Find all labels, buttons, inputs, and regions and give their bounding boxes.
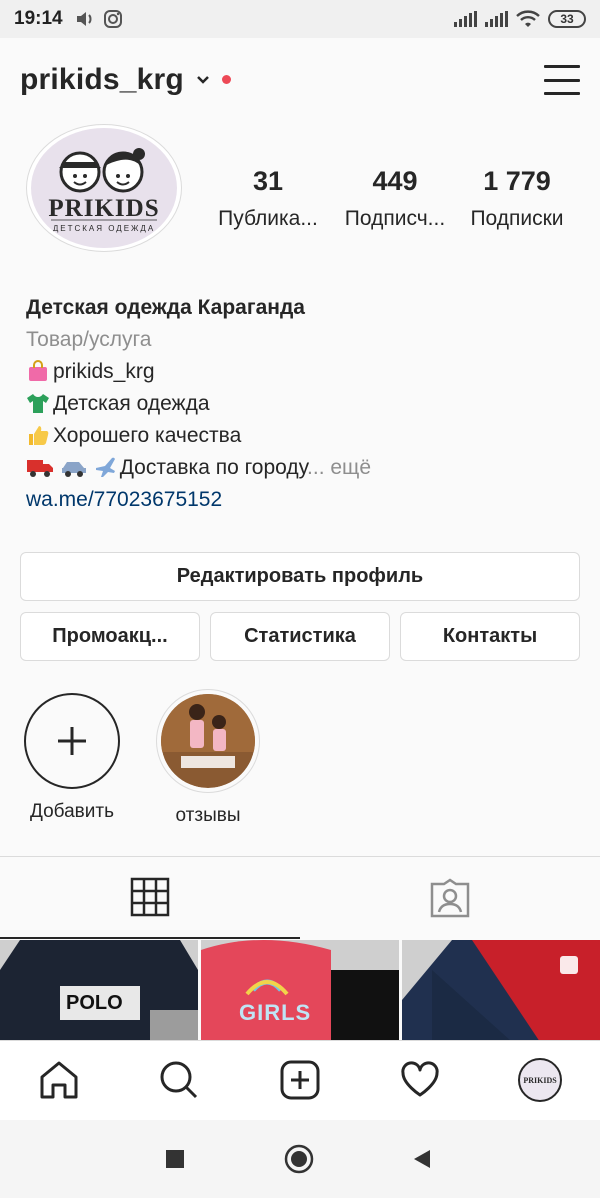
highlight-reviews[interactable]: отзывы (153, 689, 263, 827)
logo-brand-text: PRIKIDS (48, 195, 160, 222)
bio-line: prikids_krg (26, 356, 586, 388)
account-username[interactable]: prikids_krg (20, 63, 184, 97)
tshirt-icon (27, 394, 49, 413)
airplane-icon (95, 457, 115, 477)
volume-icon (76, 12, 92, 26)
wifi-icon (516, 10, 540, 27)
heart-icon (401, 1061, 439, 1097)
stat-followers[interactable]: 449 Подписч... (334, 166, 456, 231)
post-image (201, 940, 399, 1042)
tab-grid[interactable] (0, 857, 300, 939)
circle-home-icon (284, 1144, 314, 1174)
back-button[interactable] (407, 1144, 437, 1174)
battery-icon: 33 (548, 10, 586, 28)
car-icon (61, 462, 86, 477)
edit-profile-button[interactable]: Редактировать профиль (20, 552, 580, 601)
nav-profile[interactable]: PRIKIDS (518, 1058, 562, 1102)
bio-line: Доставка по городу... ещё (26, 452, 586, 484)
plus-icon (58, 727, 86, 755)
menu-button[interactable] (544, 65, 580, 95)
tab-tagged[interactable] (300, 857, 600, 939)
post-thumbnail[interactable] (402, 940, 600, 1042)
profile-avatar[interactable]: PRIKIDS ДЕТСКАЯ ОДЕЖДА (26, 124, 182, 252)
nav-home[interactable] (37, 1058, 81, 1102)
profile-avatar-small: PRIKIDS (518, 1058, 562, 1102)
post-label: GIRLS (239, 1000, 312, 1025)
recent-apps-button[interactable] (160, 1144, 190, 1174)
grid-icon (130, 877, 170, 917)
profile-bio: Детская одежда Караганда Товар/услуга pr… (26, 292, 586, 516)
bottom-navigation: PRIKIDS (0, 1040, 600, 1120)
tagged-user-icon (430, 878, 470, 918)
profile-header: prikids_krg (0, 38, 600, 122)
bio-line: Детская одежда (26, 388, 586, 420)
profile-stats: 31 Публика... 449 Подписч... 1 779 Подпи… (210, 166, 580, 246)
promotions-button[interactable]: Промоакц... (20, 612, 200, 661)
instagram-notification-icon (103, 10, 122, 28)
posts-grid: POLO GIRLS (0, 938, 600, 1042)
chevron-down-icon[interactable] (196, 75, 210, 85)
status-time: 19:14 (14, 8, 63, 29)
truck-icon (27, 460, 53, 477)
thumbs-up-icon (29, 426, 49, 445)
notification-dot (221, 74, 231, 84)
profile-tabs (0, 856, 600, 939)
search-icon (160, 1061, 198, 1099)
stat-posts[interactable]: 31 Публика... (210, 166, 326, 231)
status-bar: 19:14 33 (0, 0, 600, 38)
home-button[interactable] (284, 1144, 314, 1174)
contacts-button[interactable]: Контакты (400, 612, 580, 661)
signal-icon (454, 11, 477, 27)
nav-activity[interactable] (398, 1058, 442, 1102)
profile-category: Товар/услуга (26, 328, 152, 351)
profile-display-name: Детская одежда Караганда (26, 296, 305, 319)
back-triangle-icon (414, 1150, 430, 1168)
bio-website-link[interactable]: wa.me/77023675152 (26, 484, 586, 516)
post-thumbnail[interactable]: POLO (0, 940, 198, 1042)
post-image (402, 940, 600, 1042)
add-highlight-circle[interactable] (24, 693, 120, 789)
stat-following[interactable]: 1 779 Подписки (462, 166, 572, 231)
bio-more-link[interactable]: ... ещё (307, 456, 371, 479)
signal-icon-2 (485, 11, 508, 27)
highlight-add[interactable]: Добавить (17, 693, 127, 823)
highlight-photo (161, 694, 255, 788)
nav-new-post[interactable] (278, 1058, 322, 1102)
highlight-cover[interactable] (156, 689, 260, 793)
post-image (0, 940, 198, 1042)
bio-line: Хорошего качества (26, 420, 586, 452)
shopping-bag-icon (29, 360, 47, 381)
nav-search[interactable] (157, 1058, 201, 1102)
square-icon (166, 1150, 184, 1168)
home-icon (40, 1061, 78, 1099)
post-thumbnail[interactable]: GIRLS (201, 940, 399, 1042)
add-post-icon (280, 1060, 320, 1100)
insights-button[interactable]: Статистика (210, 612, 390, 661)
logo-tagline-text: ДЕТСКАЯ ОДЕЖДА (52, 224, 156, 233)
post-label: POLO (66, 992, 123, 1014)
system-navigation (0, 1120, 600, 1198)
